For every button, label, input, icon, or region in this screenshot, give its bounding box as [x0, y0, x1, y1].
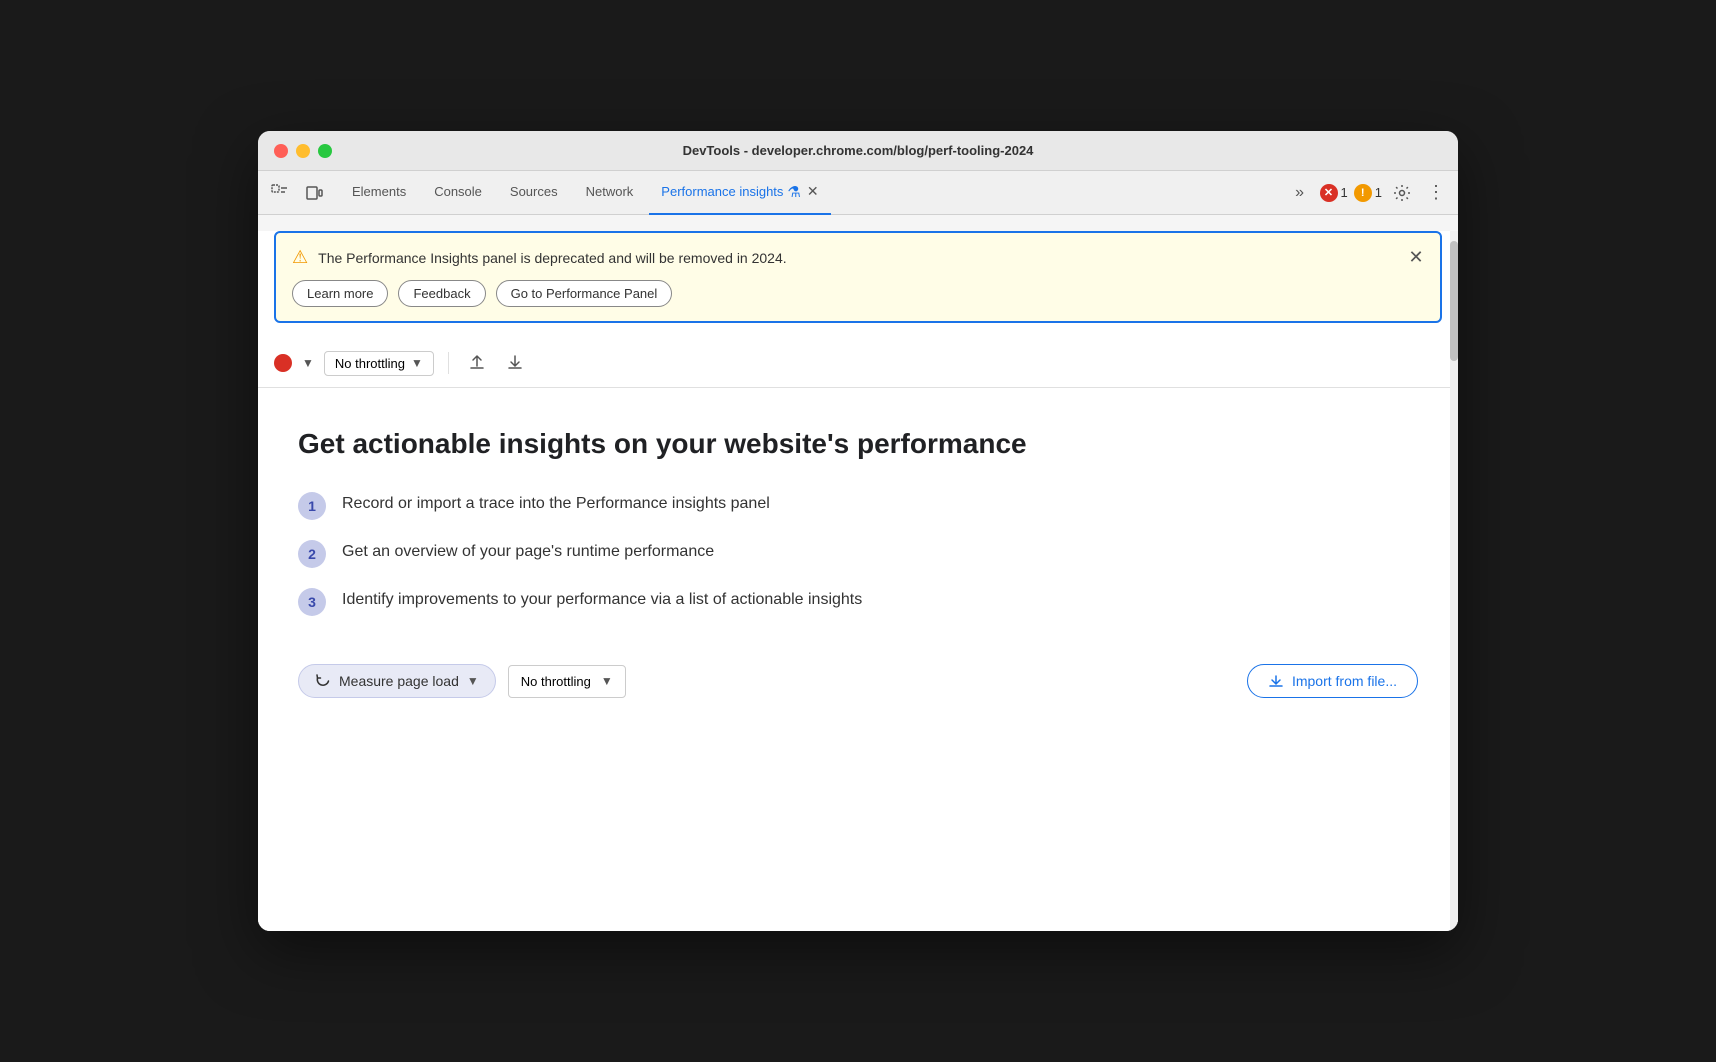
minimize-light[interactable]	[296, 144, 310, 158]
import-from-file-button[interactable]: Import from file...	[1247, 664, 1418, 698]
reload-icon	[315, 673, 331, 689]
banner-buttons: Learn more Feedback Go to Performance Pa…	[292, 280, 1424, 307]
bottom-throttle-selector[interactable]: No throttling ▼	[508, 665, 626, 698]
tab-console[interactable]: Console	[422, 171, 494, 215]
banner-text: The Performance Insights panel is deprec…	[318, 250, 787, 266]
more-tabs-button[interactable]: »	[1286, 179, 1314, 207]
warning-icon: ⚠	[292, 247, 308, 268]
steps-list: 1 Record or import a trace into the Perf…	[298, 492, 1418, 616]
settings-icon[interactable]	[1388, 179, 1416, 207]
panel-wrapper: ⚠ The Performance Insights panel is depr…	[258, 231, 1458, 931]
titlebar: DevTools - developer.chrome.com/blog/per…	[258, 131, 1458, 171]
warn-count: !	[1354, 184, 1372, 202]
tab-sources[interactable]: Sources	[498, 171, 570, 215]
step-text-2: Get an overview of your page's runtime p…	[342, 540, 714, 561]
tab-network[interactable]: Network	[574, 171, 646, 215]
measure-page-load-button[interactable]: Measure page load ▼	[298, 664, 496, 698]
banner-message: ⚠ The Performance Insights panel is depr…	[292, 247, 1424, 268]
banner-close-button[interactable]: ✕	[1404, 245, 1428, 269]
measure-dropdown-arrow[interactable]: ▼	[467, 674, 479, 688]
tab-right-controls: » ✕ 1 ! 1 ⋮	[1286, 179, 1450, 207]
tab-bar: Elements Console Sources Network Perform…	[258, 171, 1458, 215]
error-count: ✕	[1320, 184, 1338, 202]
record-dropdown-arrow[interactable]: ▼	[302, 356, 314, 370]
list-item: 1 Record or import a trace into the Perf…	[298, 492, 1418, 520]
close-light[interactable]	[274, 144, 288, 158]
device-icon[interactable]	[300, 179, 328, 207]
devtools-window: DevTools - developer.chrome.com/blog/per…	[258, 131, 1458, 931]
import-label: Import from file...	[1292, 673, 1397, 689]
bottom-actions: Measure page load ▼ No throttling ▼	[298, 664, 1418, 698]
scrollbar[interactable]	[1450, 231, 1458, 931]
feedback-button[interactable]: Feedback	[398, 280, 485, 307]
warn-badge: ! 1	[1354, 184, 1382, 202]
measure-label: Measure page load	[339, 673, 459, 689]
devtools-icons	[266, 179, 328, 207]
bottom-throttle-label: No throttling	[521, 674, 591, 689]
download-icon[interactable]	[501, 349, 529, 377]
flask-icon: ⚗	[787, 183, 800, 201]
traffic-lights	[274, 144, 332, 158]
upload-icon[interactable]	[463, 349, 491, 377]
list-item: 3 Identify improvements to your performa…	[298, 588, 1418, 616]
page-title: Get actionable insights on your website'…	[298, 428, 1418, 460]
tab-performance-insights[interactable]: Performance insights ⚗ ✕	[649, 171, 830, 215]
learn-more-button[interactable]: Learn more	[292, 280, 388, 307]
throttle-dropdown-arrow: ▼	[411, 356, 423, 370]
panel-content: ⚠ The Performance Insights panel is depr…	[258, 231, 1458, 931]
list-item: 2 Get an overview of your page's runtime…	[298, 540, 1418, 568]
window-title: DevTools - developer.chrome.com/blog/per…	[683, 143, 1034, 158]
error-badge: ✕ 1	[1320, 184, 1348, 202]
inspect-icon[interactable]	[266, 179, 294, 207]
deprecation-banner: ⚠ The Performance Insights panel is depr…	[274, 231, 1442, 323]
toolbar: ▼ No throttling ▼	[258, 339, 1458, 388]
step-number-1: 1	[298, 492, 326, 520]
step-text-3: Identify improvements to your performanc…	[342, 588, 862, 609]
tab-elements[interactable]: Elements	[340, 171, 418, 215]
throttle-label: No throttling	[335, 356, 405, 371]
go-to-panel-button[interactable]: Go to Performance Panel	[496, 280, 673, 307]
close-tab-icon[interactable]: ✕	[807, 183, 819, 200]
step-number-2: 2	[298, 540, 326, 568]
more-options-icon[interactable]: ⋮	[1422, 179, 1450, 207]
devtools-body: Elements Console Sources Network Perform…	[258, 171, 1458, 931]
toolbar-separator	[448, 352, 449, 374]
bottom-throttle-arrow: ▼	[601, 674, 613, 688]
throttle-selector[interactable]: No throttling ▼	[324, 351, 434, 376]
main-panel: Get actionable insights on your website'…	[258, 388, 1458, 738]
step-text-1: Record or import a trace into the Perfor…	[342, 492, 770, 513]
scrollbar-thumb[interactable]	[1450, 241, 1458, 361]
import-icon	[1268, 673, 1284, 689]
record-button[interactable]	[274, 354, 292, 372]
step-number-3: 3	[298, 588, 326, 616]
fullscreen-light[interactable]	[318, 144, 332, 158]
